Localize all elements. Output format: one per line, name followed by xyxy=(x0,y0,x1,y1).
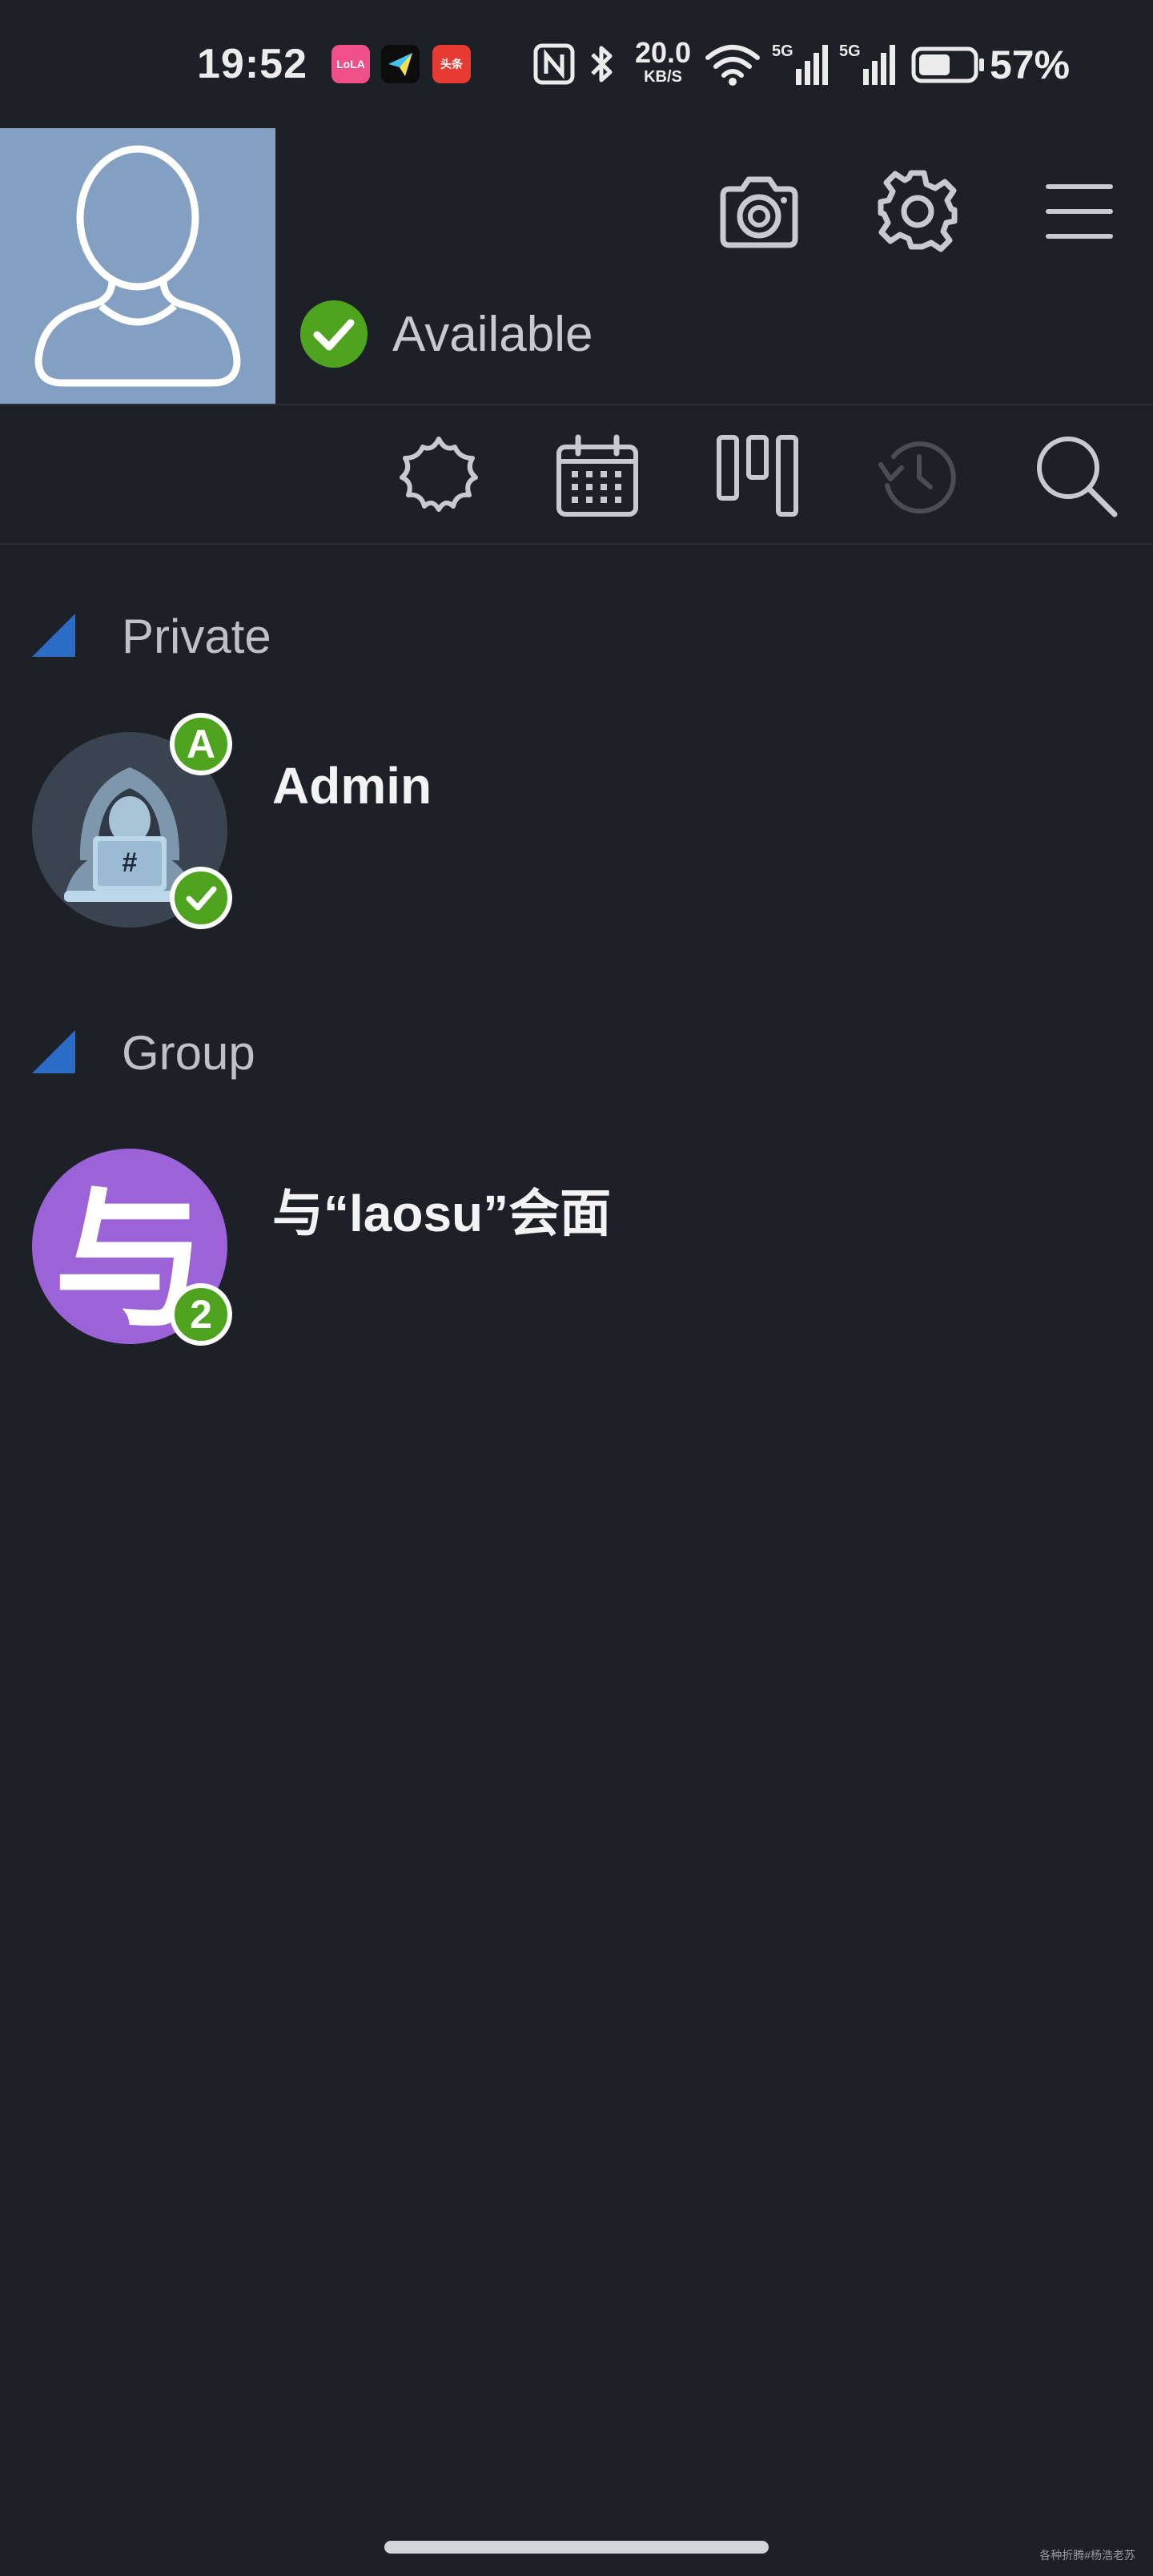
signal-icon: 5G xyxy=(839,40,895,91)
signal1-label: 5G xyxy=(772,42,793,60)
contact-name: Admin xyxy=(272,757,432,815)
settings-button[interactable] xyxy=(870,163,966,260)
collapse-triangle-icon xyxy=(32,1030,75,1073)
search-icon xyxy=(1037,437,1118,517)
paper-plane-app-icon xyxy=(381,45,420,83)
contact-row[interactable]: # A Admin xyxy=(0,700,1153,929)
history-button[interactable] xyxy=(866,425,969,527)
group-name: 与“laosu”会面 xyxy=(272,1185,612,1242)
camera-button[interactable] xyxy=(711,163,807,260)
settings-icon xyxy=(878,170,958,252)
main-menu-button[interactable] xyxy=(1031,163,1127,260)
network-speed-value: 20.0 xyxy=(634,36,692,69)
network-speed: 20.0 KB/S xyxy=(629,36,697,86)
search-button[interactable] xyxy=(1025,425,1127,527)
presence-selector[interactable]: Available xyxy=(299,300,593,368)
check-icon xyxy=(186,886,217,911)
online-status-badge xyxy=(170,867,232,929)
my-avatar[interactable] xyxy=(0,128,275,404)
signal-icon: 5G xyxy=(772,40,828,91)
available-check-icon xyxy=(300,300,368,368)
starburst-icon xyxy=(400,437,478,512)
bluetooth-icon xyxy=(588,42,617,91)
presence-label: Available xyxy=(392,306,593,362)
toutiao-app-icon: 头条 xyxy=(432,45,471,83)
status-bar: 19:52 LoLA 头条 20.0 KB/S 5G 5G 57% xyxy=(0,0,1153,128)
menu-icon xyxy=(1046,184,1113,239)
starburst-button[interactable] xyxy=(388,425,490,527)
section-title: Private xyxy=(122,610,271,663)
collapse-triangle-icon xyxy=(32,614,75,657)
role-badge: A xyxy=(170,713,232,775)
watermark: 各种折腾#杨浩老苏 xyxy=(1039,2549,1135,2562)
lola-app-icon: LoLA xyxy=(331,45,370,83)
user-silhouette-icon xyxy=(34,145,241,387)
main-toolbar xyxy=(0,404,1153,545)
battery-percent: 57% xyxy=(990,42,1071,87)
battery-icon xyxy=(911,46,985,87)
home-indicator[interactable] xyxy=(384,2541,769,2554)
unread-count-badge: 2 xyxy=(170,1283,232,1346)
wifi-icon xyxy=(705,42,761,91)
board-icon xyxy=(717,435,798,517)
history-icon xyxy=(878,441,956,514)
profile-header: Available xyxy=(0,128,1153,404)
section-private-header[interactable]: Private xyxy=(0,588,1153,676)
network-speed-unit: KB/S xyxy=(644,68,682,86)
svg-text:#: # xyxy=(123,847,138,878)
nfc-icon xyxy=(533,43,575,89)
section-group-header[interactable]: Group xyxy=(0,1004,1153,1093)
calendar-icon xyxy=(556,434,638,517)
calendar-button[interactable] xyxy=(546,425,649,527)
group-row[interactable]: 与 2 与“laosu”会面 xyxy=(0,1117,1153,1346)
signal2-label: 5G xyxy=(839,42,861,60)
camera-icon xyxy=(720,176,798,248)
board-button[interactable] xyxy=(706,425,809,527)
status-time: 19:52 xyxy=(197,41,307,87)
section-title: Group xyxy=(122,1026,255,1080)
